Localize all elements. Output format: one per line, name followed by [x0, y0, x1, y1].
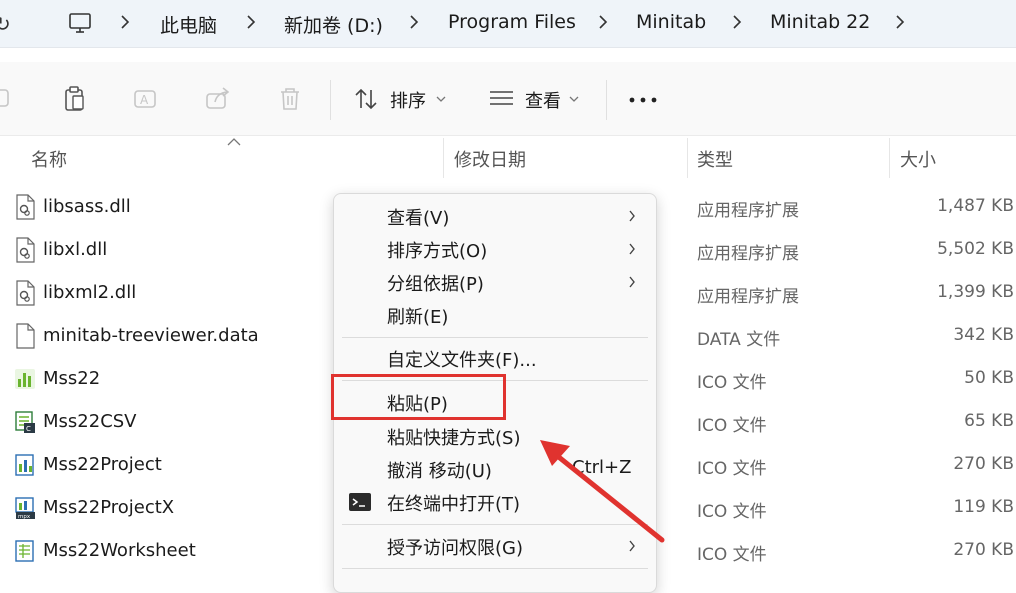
- menu-item-refresh[interactable]: 刷新(E): [334, 298, 656, 332]
- chart-ico-icon: [15, 369, 35, 389]
- chevron-right-icon[interactable]: [244, 13, 258, 31]
- this-pc-icon: [69, 13, 91, 33]
- column-header-size[interactable]: 大小: [900, 146, 936, 172]
- dll-file-icon: [16, 237, 35, 263]
- file-name: libxl.dll: [43, 239, 108, 260]
- menu-divider: [342, 568, 648, 569]
- menu-item-group-by[interactable]: 分组依据(P): [334, 265, 656, 299]
- breadcrumb-minitab[interactable]: Minitab: [636, 11, 706, 33]
- file-type: ICO 文件: [697, 416, 767, 436]
- share-icon[interactable]: [203, 84, 233, 114]
- menu-item-label: 在终端中打开(T): [387, 494, 521, 515]
- file-size: 270 KB: [953, 454, 1014, 474]
- menu-item-label: 排序方式(O): [387, 241, 488, 262]
- chevron-right-icon[interactable]: [407, 13, 421, 31]
- file-name: Mss22Project: [43, 454, 162, 475]
- paste-highlight-box: [331, 374, 506, 420]
- svg-text:mpx: mpx: [18, 514, 31, 520]
- view-icon[interactable]: [487, 84, 517, 114]
- file-size: 50 KB: [964, 368, 1014, 388]
- file-size: 1,487 KB: [937, 196, 1014, 216]
- column-divider[interactable]: [443, 138, 444, 178]
- menu-item-label: 撤消 移动(U): [387, 461, 492, 482]
- file-size: 270 KB: [953, 540, 1014, 560]
- toolbar-divider: [330, 80, 331, 120]
- file-name: Mss22ProjectX: [43, 497, 175, 518]
- chevron-right-icon[interactable]: [596, 13, 610, 31]
- file-name: libxml2.dll: [43, 282, 137, 303]
- view-button[interactable]: 查看: [525, 87, 561, 113]
- file-name: Mss22CSV: [43, 411, 137, 432]
- chevron-right-icon: [629, 276, 635, 288]
- file-type: ICO 文件: [697, 502, 767, 522]
- sort-ascending-icon: [227, 138, 241, 146]
- chevron-right-icon[interactable]: [118, 13, 132, 31]
- column-divider[interactable]: [889, 138, 890, 178]
- file-type: DATA 文件: [697, 330, 781, 350]
- dll-file-icon: [16, 194, 35, 220]
- menu-divider: [342, 337, 648, 338]
- chevron-right-icon: [629, 243, 635, 255]
- blank-file-icon: [16, 323, 35, 349]
- command-bar: A 排序 查看: [0, 62, 1016, 136]
- refresh-icon[interactable]: ↻: [0, 12, 14, 36]
- file-size: 342 KB: [953, 325, 1014, 345]
- paste-icon[interactable]: [60, 84, 90, 114]
- chevron-down-icon: [569, 96, 579, 102]
- menu-item-customize-folder[interactable]: 自定义文件夹(F)...: [334, 341, 656, 375]
- annotation-arrow: [540, 440, 665, 543]
- breadcrumb-program-files[interactable]: Program Files: [448, 11, 576, 33]
- project-ico-icon: [15, 454, 34, 476]
- delete-icon[interactable]: [275, 84, 305, 114]
- menu-item-view[interactable]: 查看(V): [334, 199, 656, 233]
- svg-text:A: A: [140, 93, 149, 107]
- file-type: ICO 文件: [697, 373, 767, 393]
- chevron-right-icon[interactable]: [893, 13, 907, 31]
- file-type: 应用程序扩展: [697, 201, 799, 221]
- svg-text:C: C: [26, 425, 31, 433]
- file-type: 应用程序扩展: [697, 244, 799, 264]
- address-bar[interactable]: ↻ 此电脑 新加卷 (D:) Program Files Minitab Min…: [0, 0, 1016, 48]
- breadcrumb-this-pc[interactable]: 此电脑: [160, 11, 217, 38]
- column-divider[interactable]: [687, 138, 688, 178]
- breadcrumb-drive-d[interactable]: 新加卷 (D:): [284, 11, 383, 38]
- file-name: libsass.dll: [43, 196, 131, 217]
- terminal-icon: [349, 493, 371, 511]
- dll-file-icon: [16, 280, 35, 306]
- sort-button[interactable]: 排序: [390, 87, 426, 113]
- menu-item-label: 粘贴快捷方式(S): [387, 428, 521, 449]
- column-header-name[interactable]: 名称: [31, 146, 67, 172]
- file-name: Mss22: [43, 368, 101, 389]
- file-size: 119 KB: [953, 497, 1014, 517]
- cut-icon[interactable]: [0, 84, 16, 114]
- projectx-ico-icon: mpx: [15, 497, 35, 520]
- file-size: 5,502 KB: [937, 239, 1014, 259]
- csv-ico-icon: C: [15, 411, 35, 433]
- menu-item-label: 查看(V): [387, 208, 450, 229]
- chevron-right-icon: [629, 210, 635, 222]
- more-options-icon[interactable]: [628, 96, 658, 104]
- menu-item-label: 授予访问权限(G): [387, 538, 523, 559]
- column-header-modified[interactable]: 修改日期: [454, 146, 526, 172]
- menu-item-sort-by[interactable]: 排序方式(O): [334, 232, 656, 266]
- toolbar-divider: [606, 80, 607, 120]
- menu-item-label: 刷新(E): [387, 307, 449, 328]
- sort-icon[interactable]: [352, 84, 382, 114]
- menu-item-label: 分组依据(P): [387, 274, 484, 295]
- chevron-right-icon[interactable]: [730, 13, 744, 31]
- breadcrumb-minitab-22[interactable]: Minitab 22: [770, 11, 870, 33]
- menu-item-label: 自定义文件夹(F)...: [387, 350, 537, 371]
- worksheet-ico-icon: [15, 540, 34, 562]
- file-size: 1,399 KB: [937, 282, 1014, 302]
- column-header-type[interactable]: 类型: [697, 146, 733, 172]
- file-type: ICO 文件: [697, 459, 767, 479]
- file-name: minitab-treeviewer.data: [43, 325, 259, 346]
- file-name: Mss22Worksheet: [43, 540, 196, 561]
- file-size: 65 KB: [964, 411, 1014, 431]
- rename-icon[interactable]: A: [131, 84, 161, 114]
- file-type: 应用程序扩展: [697, 287, 799, 307]
- chevron-down-icon: [436, 96, 446, 102]
- file-type: ICO 文件: [697, 545, 767, 565]
